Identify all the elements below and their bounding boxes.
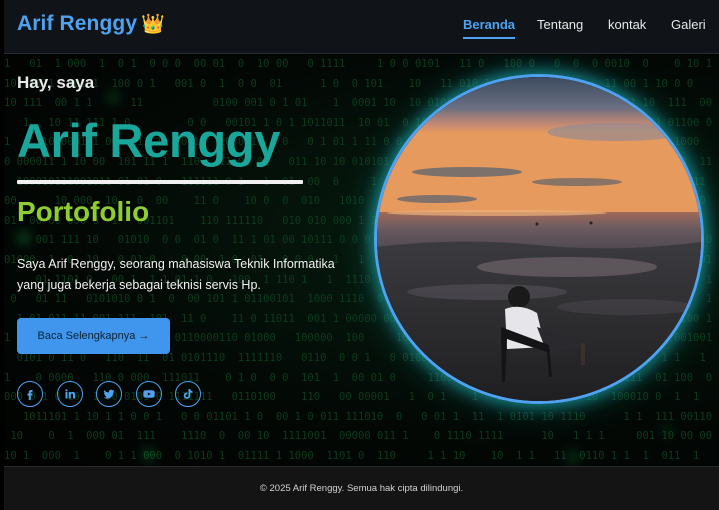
social-links	[17, 381, 215, 407]
glow-particle	[144, 450, 153, 459]
page: Arif Renggy 👑 Beranda Tentang kontak Gale…	[4, 0, 719, 510]
brand-name[interactable]: Arif Renggy	[17, 12, 137, 35]
profile-photo	[374, 74, 704, 404]
footer: © 2025 Arif Renggy. Semua hak cipta dili…	[4, 466, 719, 510]
brand-logo[interactable]: Arif Renggy 👑	[17, 12, 165, 36]
tiktok-link[interactable]	[175, 381, 201, 407]
hero-name: Arif Renggy	[17, 114, 281, 167]
glow-particle	[19, 233, 29, 243]
copyright-text: © 2025 Arif Renggy. Semua hak cipta dili…	[259, 483, 464, 494]
glow-particle	[664, 427, 670, 433]
hero-role: Portofolio	[17, 196, 150, 227]
read-more-button[interactable]: Baca Selengkapnya →	[17, 318, 170, 354]
hero-section: 1 01 1 000 1 0 1 0 0 0 00 01 0 10 00 0 1…	[4, 55, 719, 466]
glow-particle	[109, 93, 117, 101]
linkedin-icon	[64, 389, 75, 399]
twitter-link[interactable]	[96, 381, 122, 407]
nav-link-tentang[interactable]: Tentang	[537, 17, 583, 32]
nav-link-galeri[interactable]: Galeri	[671, 17, 706, 32]
hero-description: Saya Arif Renggy, seorang mahasiswa Tekn…	[17, 257, 335, 292]
profile-photo-image	[377, 77, 701, 401]
greeting-text: Hay, saya	[17, 73, 95, 92]
youtube-link[interactable]	[135, 381, 162, 407]
nav-link-beranda[interactable]: Beranda	[463, 17, 516, 39]
facebook-icon	[27, 390, 33, 400]
navbar: Arif Renggy 👑 Beranda Tentang kontak Gale…	[4, 0, 719, 54]
facebook-link[interactable]	[17, 381, 43, 407]
tiktok-icon	[183, 389, 193, 399]
linkedin-link[interactable]	[56, 381, 83, 407]
youtube-icon	[142, 390, 155, 398]
name-underline	[17, 180, 303, 184]
nav-link-kontak[interactable]: kontak	[608, 17, 646, 32]
twitter-icon	[103, 389, 115, 399]
crown-icon: 👑	[141, 14, 165, 35]
glow-particle	[569, 453, 577, 461]
